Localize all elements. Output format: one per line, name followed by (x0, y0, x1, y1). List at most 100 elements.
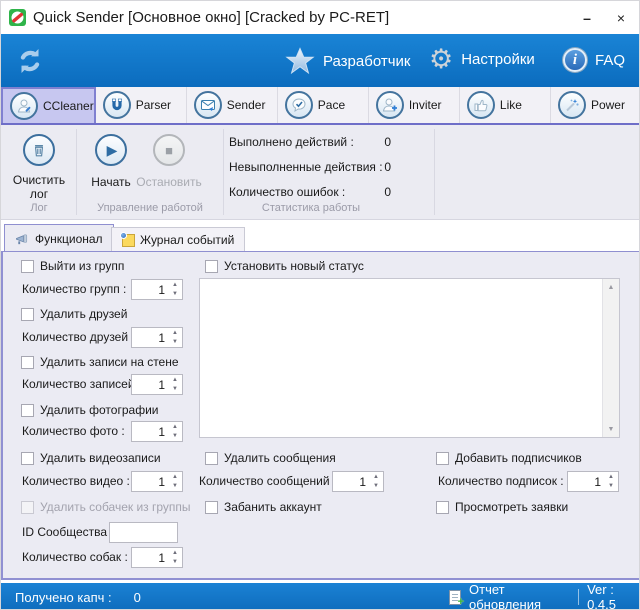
stop-icon: ■ (165, 144, 173, 157)
friends-count-spinner[interactable]: ▲▼ (131, 327, 183, 348)
ribbon-separator (76, 129, 77, 215)
spinner-up[interactable]: ▲ (168, 472, 182, 482)
settings-button[interactable]: ⚙ Настройки (429, 46, 535, 73)
spinner-input[interactable] (132, 280, 168, 299)
subscriptions-count-spinner[interactable]: ▲▼ (567, 471, 619, 492)
community-id-input[interactable] (109, 522, 178, 543)
group-log-label: Лог (8, 202, 70, 214)
checkbox[interactable] (436, 501, 449, 514)
tab-parser[interactable]: Parser (96, 87, 187, 123)
spinner-input[interactable] (333, 472, 369, 491)
tab-pace[interactable]: Pace (278, 87, 369, 123)
info-icon: i (563, 48, 587, 72)
refresh-button[interactable] (13, 44, 47, 78)
tab-label: Like (500, 98, 522, 112)
spinner-input[interactable] (132, 328, 168, 347)
close-button[interactable]: × (605, 1, 637, 34)
main-toolbar: Разработчик ⚙ Настройки i FAQ (1, 34, 640, 87)
checkbox[interactable] (21, 308, 34, 321)
spinner-down[interactable]: ▼ (168, 338, 182, 348)
start-button[interactable]: ▶ (95, 134, 127, 166)
stop-label: Остановить (127, 175, 211, 189)
tab-power[interactable]: Power (551, 87, 640, 123)
faq-label: FAQ (595, 52, 625, 69)
checkbox[interactable] (205, 501, 218, 514)
spinner-input[interactable] (132, 548, 168, 567)
checkbox-delete-messages[interactable]: Удалить сообщения (205, 451, 336, 465)
scroll-down-arrow[interactable]: ▼ (603, 421, 619, 437)
checkbox-add-subscribers[interactable]: Добавить подписчиков (436, 451, 582, 465)
scroll-up-arrow[interactable]: ▲ (603, 279, 619, 295)
checkbox[interactable] (21, 452, 34, 465)
update-report-link[interactable]: Отчет обновления (469, 582, 570, 610)
spinner-up[interactable]: ▲ (168, 375, 182, 385)
spinner-up[interactable]: ▲ (168, 422, 182, 432)
checkbox[interactable] (21, 356, 34, 369)
textarea-scrollbar[interactable]: ▲ ▼ (602, 279, 619, 437)
spinner-up[interactable]: ▲ (168, 548, 182, 558)
checkbox-delete-videos[interactable]: Удалить видеозаписи (21, 451, 161, 465)
minimize-button[interactable]: – (571, 1, 603, 34)
checkbox[interactable] (205, 452, 218, 465)
spinner-up[interactable]: ▲ (168, 280, 182, 290)
groups-count-spinner[interactable]: ▲▼ (131, 279, 183, 300)
photos-count-spinner[interactable]: ▲▼ (131, 421, 183, 442)
tab-journal[interactable]: Журнал событий (111, 227, 245, 252)
checkbox-ban-account[interactable]: Забанить аккаунт (205, 500, 322, 514)
title-bar: Quick Sender [Основное окно] [Cracked by… (1, 1, 640, 34)
checkbox[interactable] (205, 260, 218, 273)
spinner-down[interactable]: ▼ (369, 482, 383, 492)
spinner-up[interactable]: ▲ (604, 472, 618, 482)
stat-done-label: Выполнено действий : (229, 135, 354, 149)
stop-button[interactable]: ■ (153, 134, 185, 166)
spinner-down[interactable]: ▼ (168, 290, 182, 300)
posts-count-spinner[interactable]: ▲▼ (131, 374, 183, 395)
developer-label: Разработчик (323, 53, 410, 70)
spinner-input[interactable] (132, 472, 168, 491)
checkbox[interactable] (21, 260, 34, 273)
tab-inviter[interactable]: Inviter (369, 87, 460, 123)
tab-like[interactable]: Like (460, 87, 551, 123)
checkbox[interactable] (21, 404, 34, 417)
developer-button[interactable]: Разработчик (285, 46, 410, 76)
checkbox-delete-wall-posts[interactable]: Удалить записи на стене (21, 355, 179, 369)
tab-label: Power (591, 98, 625, 112)
spinner-down[interactable]: ▼ (168, 482, 182, 492)
spinner-down[interactable]: ▼ (604, 482, 618, 492)
spinner-up[interactable]: ▲ (369, 472, 383, 482)
clear-log-label[interactable]: Очистить лог (6, 173, 72, 201)
checkbox-delete-photos[interactable]: Удалить фотографии (21, 403, 158, 417)
gear-icon: ⚙ (429, 46, 453, 73)
dogs-count-spinner[interactable]: ▲▼ (131, 547, 183, 568)
clear-log-button[interactable] (23, 134, 55, 166)
spinner-input[interactable] (132, 422, 168, 441)
spinner-down[interactable]: ▼ (168, 558, 182, 568)
tab-label: Inviter (409, 98, 442, 112)
spinner-input[interactable] (568, 472, 604, 491)
spinner-up[interactable]: ▲ (168, 328, 182, 338)
dogs-count-label: Количество собак : (22, 547, 128, 568)
messages-count-spinner[interactable]: ▲▼ (332, 471, 384, 492)
tab-functional[interactable]: Функционал (4, 224, 114, 252)
checkbox[interactable] (436, 452, 449, 465)
spinner-down[interactable]: ▼ (168, 385, 182, 395)
group-control-label: Управление работой (80, 202, 220, 214)
play-icon: ▶ (107, 143, 118, 157)
thumb-up-icon (467, 91, 495, 119)
checkbox-leave-groups[interactable]: Выйти из групп (21, 259, 124, 273)
videos-count-spinner[interactable]: ▲▼ (131, 471, 183, 492)
spinner-down[interactable]: ▼ (168, 432, 182, 442)
tab-sender[interactable]: Sender (187, 87, 278, 123)
checkbox-set-status[interactable]: Установить новый статус (205, 259, 364, 273)
faq-button[interactable]: i FAQ (563, 48, 625, 72)
group-stats-label: Статистика работы (236, 202, 386, 214)
captcha-value: 0 (134, 590, 141, 605)
checkbox-view-requests[interactable]: Просмотреть заявки (436, 500, 568, 514)
status-textarea[interactable] (200, 279, 602, 437)
star-icon (285, 46, 315, 76)
ribbon-separator (223, 129, 224, 215)
tab-ccleaner[interactable]: CCleaner (1, 87, 96, 123)
spinner-input[interactable] (132, 375, 168, 394)
tab-label: CCleaner (43, 99, 94, 113)
checkbox-delete-friends[interactable]: Удалить друзей (21, 307, 127, 321)
